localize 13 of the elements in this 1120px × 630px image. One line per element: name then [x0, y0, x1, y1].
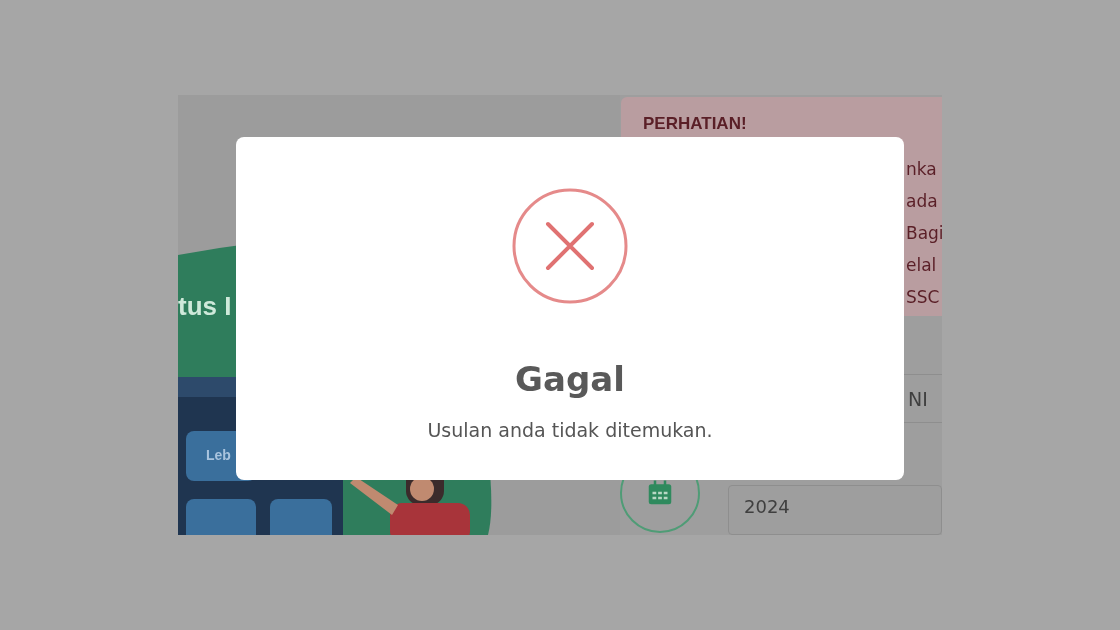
alert-text: elal [906, 254, 938, 277]
year-field[interactable]: 2024 [728, 485, 942, 535]
alert-text: Bagi [906, 222, 942, 245]
alert-text: SSC [906, 286, 941, 309]
field-text: NI [908, 387, 928, 410]
dialog-title: Gagal [515, 359, 625, 399]
alert-text: nka [906, 158, 938, 181]
phone-button-text: Leb [206, 447, 231, 463]
dialog-message: Usulan anda tidak ditemukan. [427, 419, 713, 441]
heading-text: tus I [178, 291, 232, 322]
alert-title: PERHATIAN! [643, 114, 748, 134]
error-icon [512, 188, 628, 304]
alert-text: ada [906, 190, 939, 213]
